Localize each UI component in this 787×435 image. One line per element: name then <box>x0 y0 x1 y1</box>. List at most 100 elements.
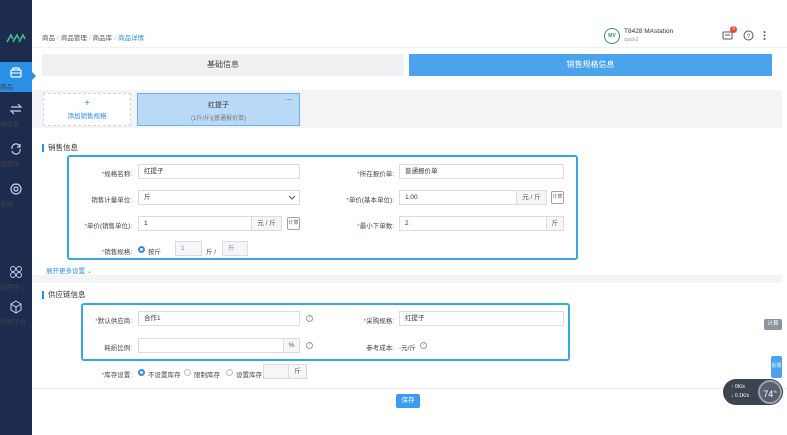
user-menu[interactable]: MV T8428 MAstation quick2 <box>604 27 704 45</box>
feedback-float-button[interactable]: 反馈 <box>771 356 782 378</box>
sidebar-item-system[interactable]: 系统 <box>0 182 32 212</box>
min-order-suffix: 斤 <box>547 216 564 231</box>
user-name: T8428 MAstation <box>624 28 674 35</box>
stock-setting-label: *库存设置: <box>101 372 132 379</box>
sales-spec-mid-text: 斤 / <box>206 249 217 256</box>
min-order-label: *最小下单数: <box>357 223 394 230</box>
apps-icon <box>10 266 22 278</box>
spec-name-input[interactable]: 红提子 <box>138 164 300 179</box>
section-title-supply: 供应链信息 <box>42 291 86 299</box>
price-list-label: *所在报价单: <box>357 171 394 178</box>
sidebar-item-label: 商品 <box>0 84 13 91</box>
unit-price-base-label: *单价(基本单位): <box>346 197 394 204</box>
sales-spec-qty-input[interactable]: 1 <box>175 241 202 256</box>
stock-option-limit: 限制库存 <box>194 372 220 379</box>
sidebar-item-label: 系统 <box>0 201 13 208</box>
more-vertical-icon[interactable] <box>759 30 770 41</box>
more-horizontal-icon[interactable]: ··· <box>285 95 293 104</box>
sales-spec-radio[interactable] <box>138 246 145 253</box>
breadcrumb-item[interactable]: 商品 <box>42 35 55 42</box>
unit-price-sale-suffix: 元 / 斤 <box>252 216 282 231</box>
notification-badge: 3 <box>730 26 737 33</box>
ref-cost-label: 参考成本: <box>366 345 394 352</box>
default-supplier-input[interactable]: 合作1 <box>138 311 300 326</box>
stock-radio-limit[interactable] <box>184 369 191 376</box>
cube-icon <box>10 300 22 314</box>
sidebar-item-label: 信息平台 <box>0 319 26 326</box>
ref-cost-value: -元/斤 <box>399 345 416 352</box>
svg-text:?: ? <box>747 34 751 40</box>
chevron-down-icon <box>288 195 296 200</box>
price-list-input[interactable]: 普通报价单 <box>399 164 564 179</box>
loss-rate-label: 耗损比例: <box>104 345 132 352</box>
tab-sales-spec[interactable]: 销售规格信息 <box>409 54 772 76</box>
stock-radio-none[interactable] <box>138 369 145 376</box>
unit-price-base-input[interactable]: 1.00 <box>399 190 517 205</box>
breadcrumb: 商品 / 商品管理 / 商品库 / 商品详情 <box>42 35 144 42</box>
sales-unit-select[interactable]: 斤 <box>138 190 300 205</box>
section-divider <box>32 275 782 283</box>
swap-icon <box>9 103 23 115</box>
add-sales-spec-button[interactable]: + 添加销售规格 <box>43 93 131 126</box>
avatar: MV <box>604 28 620 44</box>
expand-more-settings-link[interactable]: 展开更多设置 ⌄ <box>46 265 92 275</box>
purchase-spec-input[interactable]: 红提子 <box>399 311 564 326</box>
default-supplier-label: *默认供应商: <box>95 318 132 325</box>
stock-option-set: 设置库存 <box>236 372 262 379</box>
stock-unit-suffix: 斤 <box>289 364 307 379</box>
calculator-icon[interactable]: 计算 <box>551 191 564 204</box>
help-circle-icon: ? <box>306 342 313 349</box>
plus-icon: + <box>84 98 90 109</box>
basket-icon <box>10 67 22 78</box>
tab-base-info[interactable]: 基础信息 <box>42 54 404 76</box>
sales-spec-unit-input[interactable]: 斤 <box>222 241 248 256</box>
footer-divider <box>32 388 787 389</box>
loop-icon <box>11 143 21 155</box>
unit-price-sale-label: *单价(销售单位): <box>84 223 132 230</box>
min-order-input[interactable]: 2 <box>399 216 547 231</box>
spec-name-label: *规格名称: <box>101 171 132 178</box>
sidebar: 商品 供应链 进销存 系统 应用中心 信息平台 <box>0 0 36 435</box>
header: 商品 / 商品管理 / 商品库 / 商品详情 MV T8428 MAstation quic… <box>32 22 787 48</box>
spec-card-subtitle: (1斤/斤)(普通报价单) <box>191 116 246 122</box>
user-sub: quick2 <box>624 37 639 43</box>
help-circle-icon: ? <box>420 342 427 349</box>
gear-icon <box>10 183 22 195</box>
stock-qty-input[interactable] <box>263 364 289 379</box>
network-monitor-widget[interactable]: ↑ 0K/s ↓ 0.1K/s 74% <box>723 379 783 405</box>
breadcrumb-item[interactable]: 商品库 <box>93 35 113 42</box>
help-circle-icon: ? <box>306 315 313 322</box>
sidebar-item-inventory[interactable]: 进销存 <box>0 142 32 172</box>
save-button[interactable]: 保存 <box>396 394 420 408</box>
calculator-float-button[interactable]: 计算 <box>764 319 782 330</box>
sales-spec-label: *销售规格: <box>101 249 132 256</box>
section-title-sales: 销售信息 <box>42 144 78 152</box>
loss-rate-input[interactable] <box>138 338 284 353</box>
sales-spec-option: 按斤 <box>148 249 161 256</box>
upload-speed: ↑ 0K/s <box>731 384 745 390</box>
app-window: 商品 供应链 进销存 系统 应用中心 信息平台 商品 / 商品管理 / 商品库 / 商品详情… <box>0 0 787 435</box>
sidebar-item-goods[interactable]: 商品 <box>0 62 36 92</box>
sidebar-item-info-platform[interactable]: 信息平台 <box>0 300 32 330</box>
sidebar-item-label: 进销存 <box>0 161 20 168</box>
unit-price-sale-input[interactable]: 1 <box>138 216 252 231</box>
sidebar-item-supply[interactable]: 供应链 <box>0 102 32 132</box>
stock-option-none: 不设置库存 <box>148 372 181 379</box>
unit-price-base-suffix: 元 / 斤 <box>517 190 547 205</box>
breadcrumb-item[interactable]: 商品管理 <box>61 35 87 42</box>
add-sales-spec-label: 添加销售规格 <box>67 113 107 120</box>
loss-rate-suffix: % <box>284 338 300 353</box>
usage-gauge: 74% <box>758 380 782 404</box>
sidebar-item-label: 供应链 <box>0 121 20 128</box>
sidebar-item-app-center[interactable]: 应用中心 <box>0 265 32 295</box>
sidebar-item-label: 应用中心 <box>0 284 26 291</box>
stock-radio-set[interactable] <box>226 369 233 376</box>
purchase-spec-label: *采购规格: <box>363 318 394 325</box>
logo-icon <box>6 33 26 43</box>
sales-unit-label: 销售计量单位: <box>91 197 132 204</box>
help-icon[interactable]: ? <box>743 30 754 41</box>
spec-card-title: 红提子 <box>208 102 229 109</box>
calculator-icon[interactable]: 计算 <box>287 217 300 230</box>
download-speed: ↓ 0.1K/s <box>731 393 750 399</box>
spec-card[interactable]: ··· 红提子 (1斤/斤)(普通报价单) <box>137 93 300 126</box>
